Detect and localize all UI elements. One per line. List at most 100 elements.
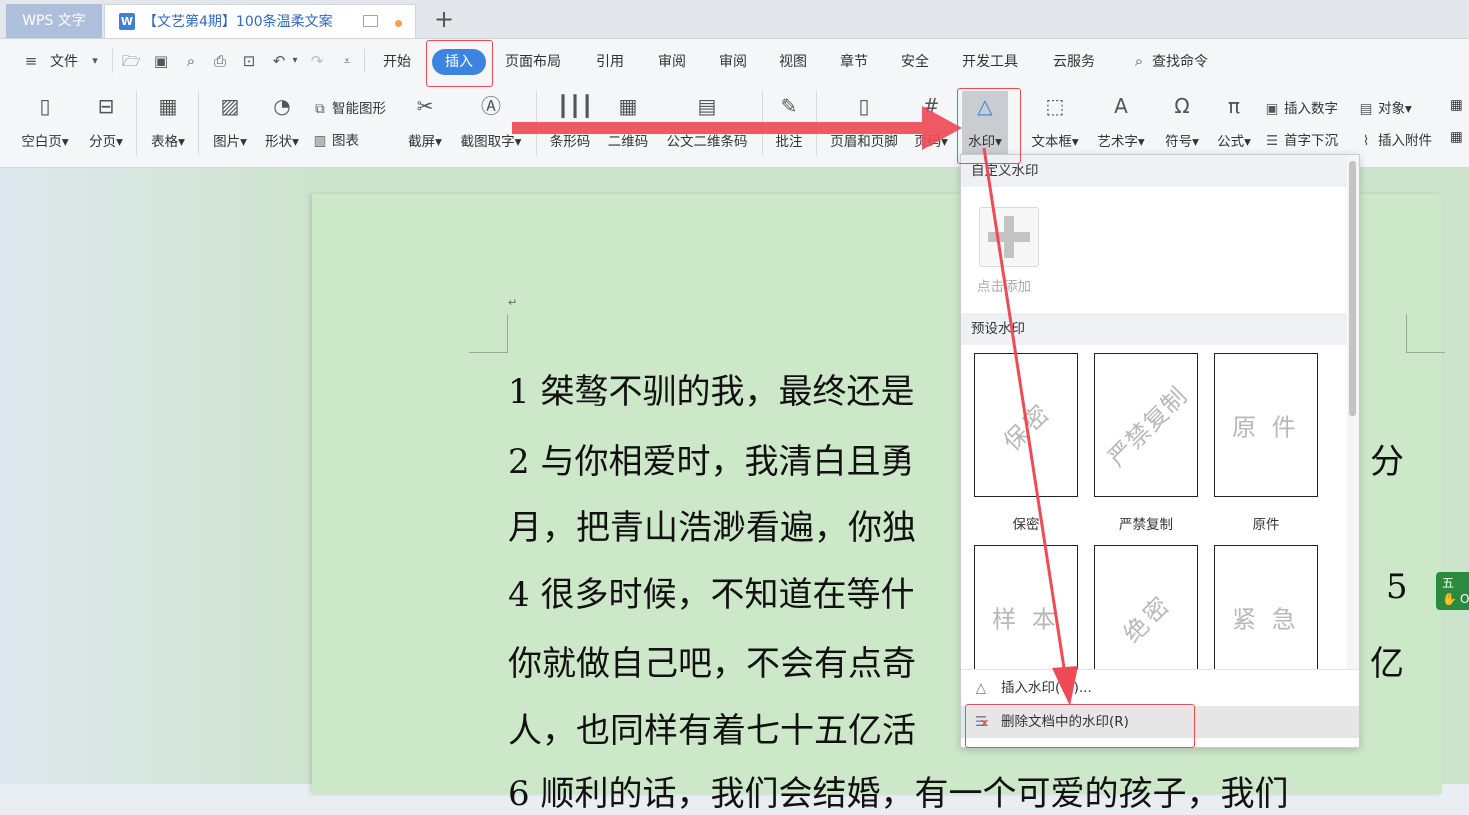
- watermark-preview-text: 严禁复制: [1102, 381, 1194, 473]
- picture-label: 图片▾: [213, 134, 247, 150]
- watermark-preset-confidential[interactable]: 保密: [974, 353, 1078, 497]
- tab-home[interactable]: 开始: [383, 51, 411, 71]
- textbox-button[interactable]: ⬚ 文本框▾: [1024, 83, 1086, 163]
- format-painter-icon[interactable]: ⌕: [182, 52, 200, 70]
- open-folder-icon[interactable]: 🗁: [122, 52, 141, 70]
- smart-shape-button[interactable]: ⧉ 智能图形: [312, 97, 386, 117]
- watermark-preset-label: 原件: [1252, 517, 1280, 533]
- doc-line[interactable]: 2 与你相爱时，我清白且勇: [508, 434, 914, 483]
- ocr-button[interactable]: Ⓐ 截图取字▾: [454, 83, 528, 163]
- doc-line[interactable]: 你就做自己吧，不会有点奇: [508, 636, 916, 685]
- divider: [112, 49, 113, 73]
- hamburger-menu-icon[interactable]: ≡: [22, 52, 40, 70]
- shape-label: 形状▾: [265, 134, 299, 150]
- add-custom-watermark-button[interactable]: [979, 207, 1039, 267]
- highlight-delete-watermark: [965, 704, 1195, 748]
- tab-section[interactable]: 章节: [840, 51, 868, 71]
- blank-page-button[interactable]: ▯ 空白页▾: [14, 83, 76, 163]
- watermark-preset-top-secret[interactable]: 绝密: [1094, 545, 1198, 689]
- wordart-button[interactable]: A 艺术字▾: [1090, 83, 1152, 163]
- print-icon[interactable]: ⎙: [211, 52, 229, 70]
- screenshot-button[interactable]: ✂ 截屏▾: [400, 83, 450, 163]
- doc-line-fragment[interactable]: 5: [1386, 567, 1408, 607]
- doc-line[interactable]: 人，也同样有着七十五亿活: [508, 703, 916, 752]
- tab-view[interactable]: 视图: [779, 51, 807, 71]
- hand-icon: ✋: [1442, 592, 1457, 606]
- print-preview-icon[interactable]: ⊡: [240, 52, 258, 70]
- object-button[interactable]: ▤ 对象▾: [1358, 97, 1412, 117]
- watermark-preset-original[interactable]: 原 件: [1214, 353, 1318, 497]
- scrollbar-thumb[interactable]: [1349, 161, 1356, 416]
- doc-line[interactable]: 月，把青山浩渺看遍，你独: [508, 500, 916, 549]
- more-icon[interactable]: ▦: [1450, 129, 1463, 145]
- picture-button[interactable]: ▨ 图片▾: [206, 83, 254, 163]
- monitor-icon[interactable]: [363, 15, 378, 27]
- page-number-button[interactable]: # 页码▾: [908, 83, 954, 163]
- table-icon: ▦: [158, 94, 178, 118]
- watermark-preset-urgent[interactable]: 紧 急: [1214, 545, 1318, 689]
- blank-page-label: 空白页▾: [21, 134, 69, 150]
- save-icon[interactable]: ▣: [152, 52, 170, 70]
- calendar-icon[interactable]: ▦: [1450, 97, 1463, 113]
- tab-cloud[interactable]: 云服务: [1053, 51, 1095, 71]
- comment-icon: ✎: [780, 94, 798, 118]
- screenshot-icon: ✂: [416, 94, 434, 118]
- document-tab[interactable]: W 【文艺第4期】100条温柔文案: [104, 4, 416, 38]
- tab-developer[interactable]: 开发工具: [962, 51, 1018, 71]
- header-footer-button[interactable]: ▯ 页眉和页脚: [822, 83, 906, 163]
- shape-button[interactable]: ◔ 形状▾: [258, 83, 306, 163]
- highlight-insert-tab: [426, 40, 493, 87]
- new-tab-button[interactable]: +: [428, 4, 460, 36]
- paperclip-icon: ⌇: [1362, 133, 1370, 149]
- drop-cap-button[interactable]: ☰ 首字下沉: [1264, 129, 1338, 149]
- comment-button[interactable]: ✎ 批注: [768, 83, 810, 163]
- ocr-icon: Ⓐ: [481, 94, 501, 118]
- search-icon[interactable]: ⌕: [1130, 52, 1148, 70]
- doc-line[interactable]: 4 很多时候，不知道在等什: [508, 567, 914, 616]
- title-bar: WPS 文字 W 【文艺第4期】100条温柔文案 +: [0, 0, 1469, 39]
- search-command[interactable]: 查找命令: [1152, 51, 1208, 71]
- undo-dropdown-icon[interactable]: ▾: [286, 52, 304, 70]
- tab-security[interactable]: 安全: [901, 51, 929, 71]
- tab-page-layout[interactable]: 页面布局: [505, 51, 561, 71]
- qrcode-button[interactable]: ▦ 二维码: [600, 83, 656, 163]
- doc-line-fragment[interactable]: 亿: [1370, 636, 1404, 685]
- watermark-preset-sample[interactable]: 样 本: [974, 545, 1078, 689]
- tab-review[interactable]: 审阅: [658, 51, 686, 71]
- header-footer-label: 页眉和页脚: [830, 134, 898, 150]
- watermark-preview-text: 绝密: [1118, 589, 1178, 649]
- doc-line[interactable]: 6 顺利的话，我们会结婚，有一个可爱的孩子，我们: [508, 766, 1288, 815]
- wordart-label: 艺术字▾: [1097, 134, 1145, 150]
- chart-button[interactable]: ▥ 图表: [312, 129, 359, 149]
- customize-toolbar-icon[interactable]: ⩡: [338, 52, 356, 70]
- divider: [816, 91, 817, 155]
- page-break-label: 分页▾: [89, 134, 123, 150]
- object-icon: ▤: [1359, 101, 1373, 117]
- side-badge-top: 五: [1442, 576, 1455, 590]
- highlight-watermark-button: [957, 88, 1021, 164]
- watermark-preset-no-copy[interactable]: 严禁复制: [1094, 353, 1198, 497]
- textbox-icon: ⬚: [1045, 94, 1065, 118]
- file-menu[interactable]: 文件: [50, 51, 78, 71]
- insert-number-button[interactable]: ▣ 插入数字: [1264, 97, 1338, 117]
- symbol-button[interactable]: Ω 符号▾: [1158, 83, 1206, 163]
- page-break-button[interactable]: ⊟ 分页▾: [82, 83, 130, 163]
- app-tab[interactable]: WPS 文字: [6, 4, 102, 38]
- barcode-icon: ┃┃┃: [557, 94, 594, 118]
- ocr-label: 截图取字▾: [460, 134, 522, 150]
- insert-watermark-item[interactable]: △ 插入水印(W)...: [961, 672, 1359, 704]
- barcode-button[interactable]: ┃┃┃ 条形码: [544, 83, 596, 163]
- table-button[interactable]: ▦ 表格▾: [144, 83, 192, 163]
- doc-line[interactable]: 1 桀骜不驯的我，最终还是: [508, 364, 914, 413]
- tab-references[interactable]: 引用: [596, 51, 624, 71]
- doc-line-fragment[interactable]: 分: [1370, 434, 1404, 483]
- official-barcode-button[interactable]: ▤ 公文二维条码: [660, 83, 754, 163]
- chevron-down-icon[interactable]: ▾: [86, 52, 104, 70]
- textbox-label: 文本框▾: [1031, 134, 1079, 150]
- formula-button[interactable]: π 公式▾: [1210, 83, 1258, 163]
- redo-icon[interactable]: ↷: [308, 52, 326, 70]
- tab-review-2[interactable]: 审阅: [719, 51, 747, 71]
- attachment-button[interactable]: ⌇ 插入附件: [1358, 129, 1432, 149]
- watermark-preview-text: 原 件: [1232, 413, 1300, 442]
- side-float-badge[interactable]: 五 ✋ O: [1436, 572, 1469, 610]
